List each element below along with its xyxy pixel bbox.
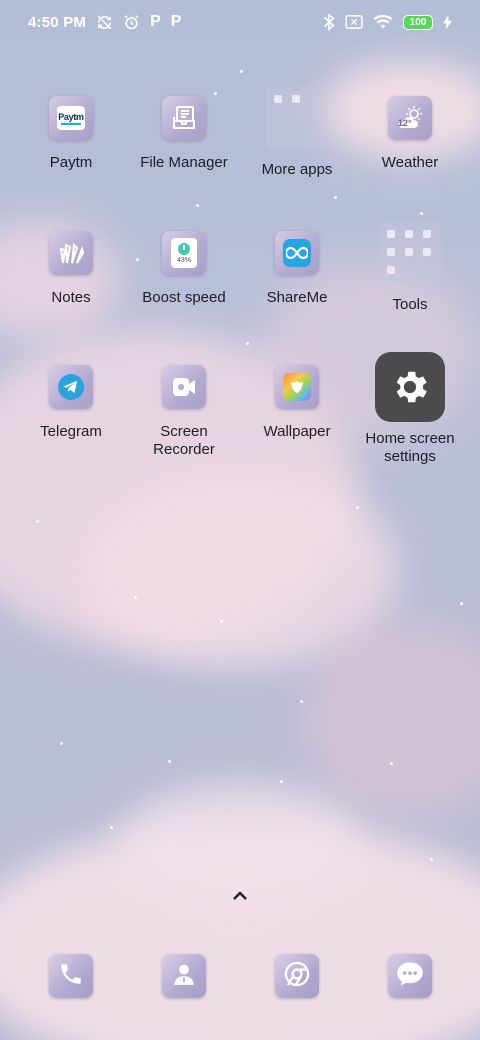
phone-icon bbox=[58, 961, 84, 992]
clock: 4:50 PM bbox=[28, 13, 87, 31]
app-label: Weather bbox=[381, 154, 439, 171]
wifi-icon bbox=[373, 13, 393, 31]
telegram-icon bbox=[49, 365, 93, 409]
app-label: Home screen settings bbox=[365, 430, 455, 465]
app-boost-speed[interactable]: 43% Boost speed bbox=[124, 231, 244, 307]
screen-recorder-icon bbox=[162, 365, 206, 409]
app-label: Paytm bbox=[49, 154, 93, 171]
status-bar: 4:50 PM P P 100 bbox=[0, 0, 480, 44]
shareme-icon bbox=[275, 231, 319, 275]
app-label: Notes bbox=[51, 289, 91, 306]
paytm-notification-icon: P bbox=[170, 13, 182, 30]
battery-icon: 100 bbox=[403, 14, 433, 30]
dock-contacts[interactable] bbox=[162, 954, 206, 998]
boost-speed-icon: 43% bbox=[162, 231, 206, 275]
app-label: ShareMe bbox=[266, 289, 328, 306]
app-screen-recorder[interactable]: Screen Recorder bbox=[124, 365, 244, 459]
paytm-logo-text: Paytm bbox=[58, 111, 84, 122]
app-paytm[interactable]: Paytm Paytm bbox=[11, 96, 131, 172]
charging-icon bbox=[443, 13, 452, 31]
app-shareme[interactable]: ShareMe bbox=[237, 231, 357, 307]
app-notes[interactable]: Notes bbox=[11, 231, 131, 307]
sync-off-icon bbox=[96, 13, 113, 31]
folder-icon bbox=[379, 222, 441, 284]
wallpaper-icon bbox=[275, 365, 319, 409]
folder-tools[interactable]: Tools bbox=[350, 222, 470, 314]
app-weather[interactable]: 12° Weather bbox=[350, 96, 470, 172]
bluetooth-icon bbox=[323, 13, 335, 31]
app-label: Wallpaper bbox=[263, 423, 331, 440]
alarm-icon bbox=[123, 13, 140, 31]
app-drawer-chevron-up-icon[interactable] bbox=[226, 884, 254, 904]
paytm-notification-icon: P bbox=[150, 13, 161, 30]
folder-more-apps[interactable]: More apps bbox=[237, 87, 357, 179]
notes-icon bbox=[49, 231, 93, 275]
contacts-icon bbox=[171, 961, 197, 992]
app-file-manager[interactable]: File Manager bbox=[124, 96, 244, 172]
app-label: File Manager bbox=[140, 154, 228, 171]
weather-icon: 12° bbox=[388, 96, 432, 140]
gear-icon bbox=[375, 352, 445, 422]
app-home-screen-settings[interactable]: Home screen settings bbox=[350, 352, 470, 466]
app-wallpaper[interactable]: Wallpaper bbox=[237, 365, 357, 441]
app-label: Boost speed bbox=[142, 289, 226, 306]
app-telegram[interactable]: Telegram bbox=[11, 365, 131, 441]
no-sim-icon bbox=[345, 13, 363, 31]
dock-messages[interactable] bbox=[388, 954, 432, 998]
file-manager-icon bbox=[162, 96, 206, 140]
dock-phone[interactable] bbox=[49, 954, 93, 998]
paytm-icon: Paytm bbox=[49, 96, 93, 140]
app-label: More apps bbox=[261, 161, 333, 178]
dock-chrome[interactable] bbox=[275, 954, 319, 998]
chrome-icon bbox=[283, 960, 311, 993]
app-label: Screen Recorder bbox=[153, 423, 215, 458]
boost-percent-text: 43% bbox=[176, 257, 191, 264]
messages-icon bbox=[396, 961, 424, 992]
app-label: Telegram bbox=[40, 423, 102, 440]
app-label: Tools bbox=[392, 296, 428, 313]
temperature-text: 12° bbox=[398, 118, 412, 128]
folder-icon bbox=[266, 87, 328, 149]
